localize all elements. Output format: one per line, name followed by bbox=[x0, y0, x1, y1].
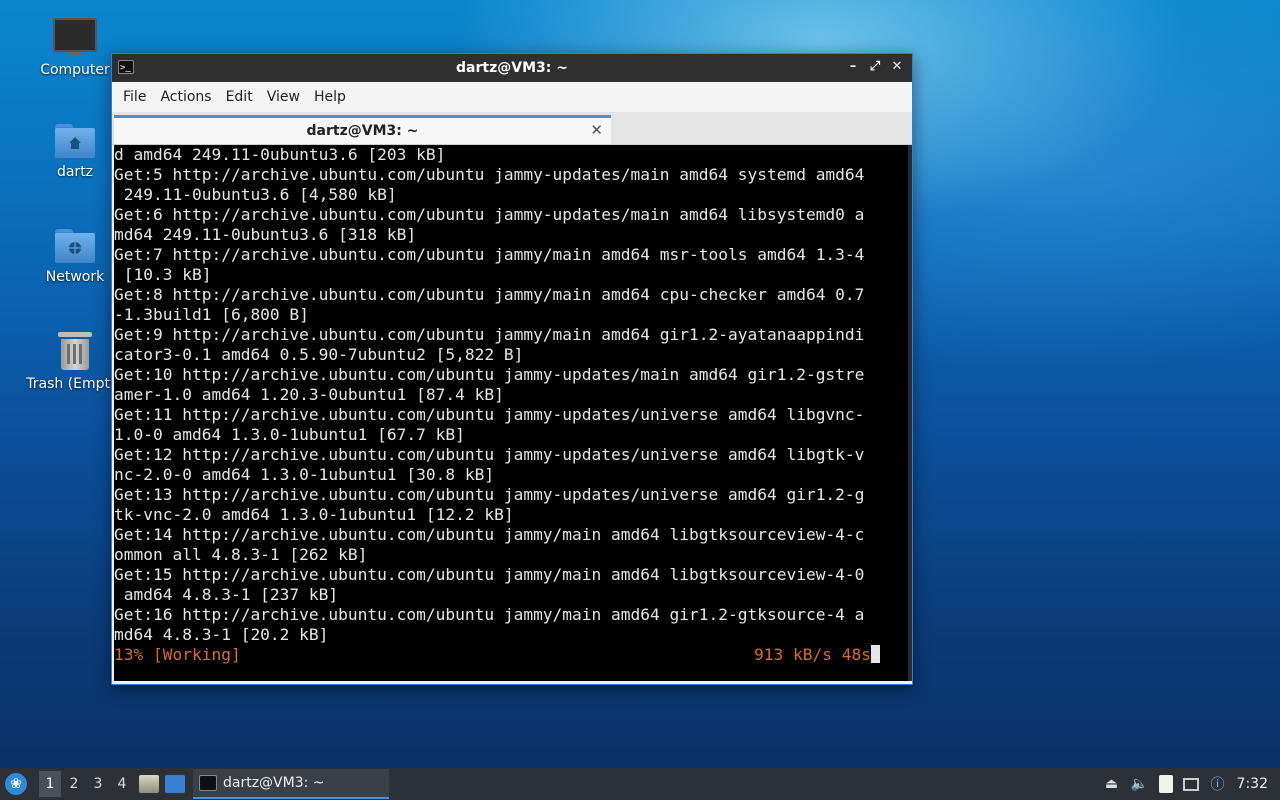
taskbar: ❀ 1 2 3 4 dartz@VM3: ~ ⏏ 🔈 ⓘ 7:32 bbox=[0, 768, 1280, 800]
terminal-line: cator3-0.1 amd64 0.5.90-7ubuntu2 [5,822 … bbox=[114, 345, 524, 364]
terminal-output[interactable]: d amd64 249.11-0ubuntu3.6 [203 kB] Get:5 … bbox=[114, 145, 910, 681]
window-title: dartz@VM3: ~ bbox=[456, 60, 568, 76]
terminal-line: md64 4.8.3-1 [20.2 kB] bbox=[114, 625, 329, 644]
tab-label: dartz@VM3: ~ bbox=[306, 123, 419, 139]
workspace-2[interactable]: 2 bbox=[63, 771, 85, 797]
terminal-line: [10.3 kB] bbox=[114, 265, 212, 284]
volume-icon[interactable]: 🔈 bbox=[1131, 775, 1149, 793]
notification-icon[interactable]: ⓘ bbox=[1209, 775, 1227, 793]
terminal-line: Get:13 http://archive.ubuntu.com/ubuntu … bbox=[114, 485, 865, 504]
network-status-icon[interactable] bbox=[1182, 777, 1199, 791]
clipboard-icon[interactable] bbox=[1158, 775, 1173, 793]
terminal-line: Get:14 http://archive.ubuntu.com/ubuntu … bbox=[114, 525, 865, 544]
terminal-line: d amd64 249.11-0ubuntu3.6 [203 kB] bbox=[114, 145, 446, 164]
menu-file[interactable]: File bbox=[116, 89, 153, 105]
desktop-icon-label: dartz bbox=[56, 164, 94, 180]
show-desktop-icon[interactable] bbox=[165, 775, 185, 793]
terminal-line: Get:8 http://archive.ubuntu.com/ubuntu j… bbox=[114, 285, 865, 304]
terminal-line: Get:12 http://archive.ubuntu.com/ubuntu … bbox=[114, 445, 865, 464]
tab-terminal[interactable]: dartz@VM3: ~ ✕ bbox=[114, 115, 611, 144]
close-icon[interactable]: ✕ bbox=[888, 58, 906, 76]
scrollbar[interactable] bbox=[908, 145, 912, 681]
menu-view[interactable]: View bbox=[260, 89, 307, 105]
terminal-line: amd64 4.8.3-1 [237 kB] bbox=[114, 585, 339, 604]
eject-icon[interactable]: ⏏ bbox=[1103, 775, 1121, 793]
taskbar-window-terminal[interactable]: dartz@VM3: ~ bbox=[193, 769, 389, 799]
progress-status-line: 13% [Working] 913 kB/s 48s bbox=[114, 645, 910, 665]
terminal-line: md64 249.11-0ubuntu3.6 [318 kB] bbox=[114, 225, 417, 244]
terminal-line: nc-2.0-0 amd64 1.3.0-1ubuntu1 [30.8 kB] bbox=[114, 465, 495, 484]
progress-status: 13% [Working] bbox=[114, 645, 241, 664]
text-cursor bbox=[870, 645, 880, 663]
terminal-line: Get:10 http://archive.ubuntu.com/ubuntu … bbox=[114, 365, 865, 384]
desktop-icon-label: Computer bbox=[40, 62, 110, 78]
start-menu-icon[interactable]: ❀ bbox=[5, 773, 27, 795]
terminal-line: 249.11-0ubuntu3.6 [4,580 kB] bbox=[114, 185, 397, 204]
desktop-icon-trash[interactable]: Trash (Empty) bbox=[25, 332, 125, 392]
terminal-window[interactable]: >_ dartz@VM3: ~ – ⤢ ✕ File Actions Edit … bbox=[111, 53, 913, 685]
terminal-line: Get:16 http://archive.ubuntu.com/ubuntu … bbox=[114, 605, 865, 624]
tab-close-icon[interactable]: ✕ bbox=[590, 121, 603, 139]
tab-bar: dartz@VM3: ~ ✕ bbox=[112, 112, 912, 145]
terminal-line: Get:5 http://archive.ubuntu.com/ubuntu j… bbox=[114, 165, 865, 184]
terminal-line: tk-vnc-2.0 amd64 1.3.0-1ubuntu1 [12.2 kB… bbox=[114, 505, 514, 524]
trash-icon bbox=[58, 332, 92, 370]
desktop-icon-network[interactable]: Network bbox=[25, 229, 125, 285]
terminal-task-icon bbox=[199, 775, 217, 791]
workspace-4[interactable]: 4 bbox=[111, 771, 133, 797]
terminal-line: Get:7 http://archive.ubuntu.com/ubuntu j… bbox=[114, 245, 865, 264]
menu-edit[interactable]: Edit bbox=[219, 89, 260, 105]
terminal-line: amer-1.0 amd64 1.20.3-0ubuntu1 [87.4 kB] bbox=[114, 385, 504, 404]
terminal-line: Get:11 http://archive.ubuntu.com/ubuntu … bbox=[114, 405, 865, 424]
terminal-line: Get:15 http://archive.ubuntu.com/ubuntu … bbox=[114, 565, 865, 584]
terminal-line: ommon all 4.8.3-1 [262 kB] bbox=[114, 545, 368, 564]
menu-bar: File Actions Edit View Help bbox=[112, 82, 912, 112]
title-bar[interactable]: >_ dartz@VM3: ~ – ⤢ ✕ bbox=[112, 54, 912, 82]
file-manager-launcher-icon[interactable] bbox=[139, 775, 159, 793]
menu-help[interactable]: Help bbox=[307, 89, 353, 105]
terminal-line: -1.3build1 [6,800 B] bbox=[114, 305, 309, 324]
computer-icon bbox=[53, 18, 97, 56]
desktop-icon-computer[interactable]: Computer bbox=[25, 18, 125, 78]
network-folder-icon bbox=[55, 229, 95, 263]
system-tray: ⏏ 🔈 ⓘ 7:32 bbox=[1103, 768, 1280, 800]
minimize-icon[interactable]: – bbox=[844, 58, 862, 76]
terminal-line: Get:6 http://archive.ubuntu.com/ubuntu j… bbox=[114, 205, 865, 224]
home-folder-icon bbox=[55, 124, 95, 158]
menu-actions[interactable]: Actions bbox=[153, 89, 218, 105]
terminal-app-icon[interactable]: >_ bbox=[118, 60, 134, 74]
desktop-icon-label: Trash (Empty) bbox=[26, 376, 124, 392]
maximize-icon[interactable]: ⤢ bbox=[866, 58, 884, 76]
workspace-1[interactable]: 1 bbox=[39, 771, 61, 797]
terminal-line: Get:9 http://archive.ubuntu.com/ubuntu j… bbox=[114, 325, 865, 344]
download-rate: 913 kB/s 48s bbox=[754, 645, 880, 665]
workspace-3[interactable]: 3 bbox=[87, 771, 109, 797]
desktop-icon-label: Network bbox=[45, 269, 105, 285]
desktop-icon-home[interactable]: dartz bbox=[25, 124, 125, 180]
terminal-line: 1.0-0 amd64 1.3.0-1ubuntu1 [67.7 kB] bbox=[114, 425, 465, 444]
clock[interactable]: 7:32 bbox=[1237, 776, 1268, 792]
taskbar-window-label: dartz@VM3: ~ bbox=[223, 775, 325, 791]
